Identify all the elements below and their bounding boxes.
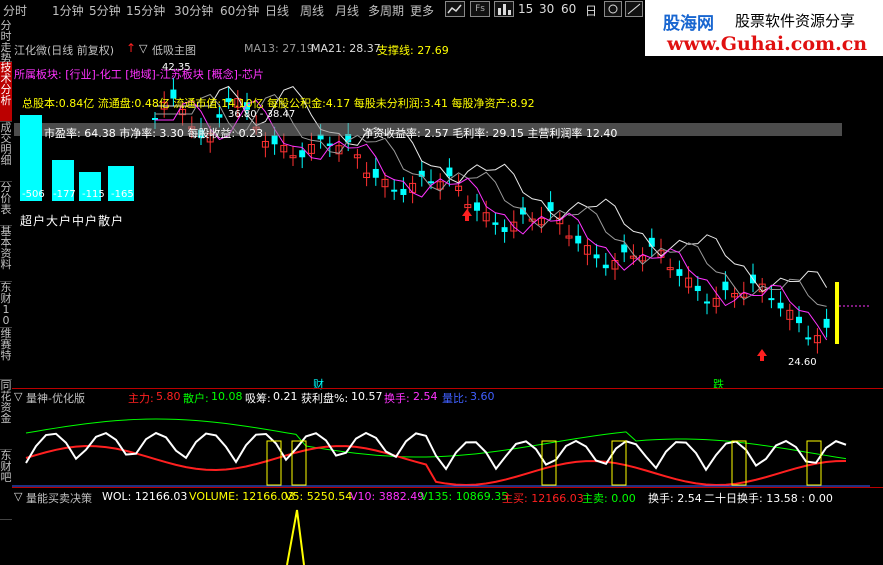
tab-15min[interactable]: 15分钟 — [126, 2, 165, 19]
tab-weekly[interactable]: 周线 — [300, 2, 324, 19]
range-mark: 36.80 - 38.47 — [228, 109, 296, 120]
tab-monthly[interactable]: 月线 — [335, 2, 359, 19]
sub1-xichou: 0.21 — [273, 390, 298, 403]
tab-fenshi[interactable]: 分时 — [3, 2, 27, 19]
low-mark: 24.60 — [788, 357, 817, 368]
side-tab-dongcaiba[interactable]: 东财吧 — [0, 450, 12, 520]
candle-body — [823, 318, 830, 328]
side-tab-weisaite[interactable]: 维赛特 — [0, 328, 12, 380]
last-bar-marker — [835, 282, 839, 344]
candle-body — [501, 227, 508, 232]
flow-labels: 超户大户中户散户 — [20, 214, 125, 228]
toolbar-spacer — [108, 0, 118, 1]
divider-1 — [12, 388, 883, 389]
sub1-liangbi: 3.60 — [470, 390, 495, 403]
bar-icon[interactable] — [494, 1, 514, 17]
candle-body — [621, 244, 628, 253]
flow-value-super: -506 — [22, 189, 45, 200]
candle-body — [704, 301, 710, 304]
side-tab-dongcai[interactable]: 东财10 — [0, 282, 12, 328]
tab-1min[interactable]: 1分钟 — [52, 2, 84, 19]
flow-value-small: -165 — [111, 189, 134, 200]
candle-body — [446, 167, 453, 177]
indicator-chart-1[interactable] — [12, 403, 870, 487]
sanhu-line — [25, 418, 847, 460]
ad-slogan: 股票软件资源分享 — [735, 12, 856, 30]
tab-more[interactable]: 更多 — [410, 2, 434, 19]
sub1-huoli: 10.57 — [351, 390, 383, 403]
side-tab-fenshi[interactable]: 分时走势 — [0, 20, 12, 64]
tab-60min[interactable]: 60分钟 — [220, 2, 259, 19]
period-30[interactable]: 30 — [539, 2, 554, 16]
candle-body — [400, 188, 407, 195]
event-die: 跌 — [713, 378, 724, 391]
price-chart[interactable] — [12, 38, 870, 390]
tab-5min[interactable]: 5分钟 — [89, 2, 121, 19]
side-tabs: 分时走势 技术分析 成交明细 分价表 基本资料 东财10 维赛特 同花资金 东财… — [0, 20, 12, 565]
pin-icon[interactable] — [604, 1, 622, 17]
divider-2 — [12, 487, 883, 488]
side-tab-technical[interactable]: 技术分析 — [0, 62, 12, 122]
zhuli-line — [25, 445, 847, 487]
candle-body — [474, 202, 480, 211]
volume-chart — [286, 509, 305, 565]
candle-body — [676, 269, 683, 276]
side-tab-price-table[interactable]: 分价表 — [0, 182, 12, 226]
ad-logo: 股海网 — [663, 14, 714, 34]
candle-body — [428, 181, 434, 184]
fs-icon[interactable]: Fs — [470, 1, 490, 17]
tab-30min[interactable]: 30分钟 — [174, 2, 213, 19]
tab-daily[interactable]: 日线 — [265, 2, 289, 19]
tab-multi-period[interactable]: 多周期 — [368, 2, 404, 19]
candle-body — [777, 302, 784, 309]
chart-icon[interactable] — [445, 1, 465, 17]
candle-body — [796, 316, 802, 324]
fundamentals-line2b: 净资收益率: 2.57 毛利率: 29.15 主营利润率 12.40 — [362, 127, 618, 140]
candle-body — [602, 264, 609, 269]
xichou-line — [25, 431, 847, 472]
sub1-sanhu: 10.08 — [211, 390, 243, 403]
candle-body — [575, 235, 582, 244]
buy-arrow-icon — [757, 349, 767, 361]
high-mark: 42.35 — [162, 62, 191, 73]
candle-body — [694, 285, 701, 292]
candle-body — [372, 168, 379, 178]
candle-body — [271, 135, 278, 145]
period-60[interactable]: 60 — [561, 2, 576, 16]
candle-body — [722, 281, 729, 291]
candle-body — [299, 150, 306, 158]
candle-body — [492, 222, 499, 225]
side-tab-tonghua[interactable]: 同花资金 — [0, 380, 12, 450]
ratio-icon[interactable] — [625, 1, 643, 17]
signal-bar — [291, 440, 307, 486]
fundamentals-line2a: 市盈率: 64.38 市净率: 3.30 每股收益: 0.23 — [44, 127, 264, 140]
period-15[interactable]: 15 — [518, 2, 533, 16]
period-day[interactable]: 日 — [585, 2, 597, 19]
flow-value-mid: -115 — [82, 189, 105, 200]
side-tab-profile[interactable]: 基本资料 — [0, 226, 12, 282]
sub1-zhuli: 5.80 — [156, 390, 181, 403]
sub1-huanshou: 2.54 — [413, 390, 438, 403]
side-tab-trades[interactable]: 成交明细 — [0, 122, 12, 182]
buy-arrow-icon — [462, 209, 472, 221]
candle-body — [216, 114, 223, 118]
flow-value-large: -177 — [53, 189, 76, 200]
candle-body — [593, 254, 600, 259]
sub1-dropdown-icon[interactable]: ▽ — [14, 390, 22, 403]
volume-spike — [286, 509, 305, 565]
candle-body — [805, 337, 812, 340]
candle-body — [768, 298, 775, 301]
candle-body — [391, 189, 398, 192]
